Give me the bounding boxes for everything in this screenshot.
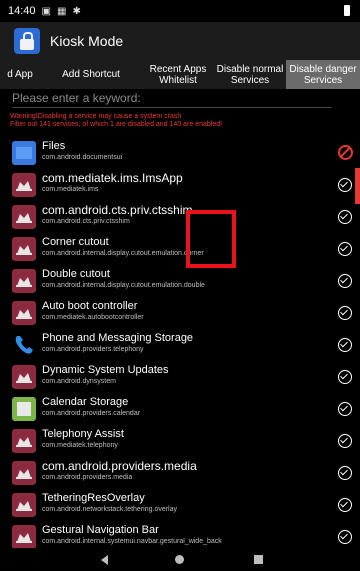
scroll-indicator[interactable] — [355, 168, 360, 204]
tab-bar: d App Add Shortcut Recent Apps Whitelist… — [0, 60, 360, 89]
tab-add-app[interactable]: d App — [0, 60, 40, 89]
highlight-box — [186, 210, 236, 268]
recents-icon[interactable] — [254, 555, 263, 564]
page-title: Kiosk Mode — [50, 33, 124, 49]
android-icon — [12, 301, 36, 325]
enabled-check-icon[interactable] — [338, 306, 352, 320]
back-icon[interactable] — [101, 555, 108, 565]
settings-icon: ✱ — [72, 5, 81, 17]
package-name: com.android.internal.display.cutout.emul… — [42, 250, 204, 257]
service-name: com.android.providers.media — [42, 459, 197, 473]
enabled-check-icon[interactable] — [338, 210, 352, 224]
search-input[interactable] — [12, 89, 332, 108]
enabled-check-icon[interactable] — [338, 530, 352, 544]
service-name: Double cutout — [42, 268, 110, 280]
phone-icon — [12, 333, 36, 357]
list-item[interactable]: Phone and Messaging Storage com.android.… — [0, 329, 360, 361]
package-name: com.android.cts.priv.ctsshim — [42, 218, 130, 225]
warning-line: Warning!Disabling a service may cause a … — [10, 113, 182, 120]
android-icon — [12, 269, 36, 293]
enabled-check-icon[interactable] — [338, 338, 352, 352]
android-icon — [12, 429, 36, 453]
list-item[interactable]: Telephony Assist com.mediatek.telephony — [0, 425, 360, 457]
service-name: Files — [42, 140, 66, 152]
android-icon — [12, 525, 36, 549]
service-name: TetheringResOverlay — [42, 492, 145, 504]
list-item[interactable]: Calendar Storage com.android.providers.c… — [0, 393, 360, 425]
tab-recent-apps-whitelist[interactable]: Recent Apps Whitelist — [142, 60, 214, 89]
search-bar — [0, 89, 360, 109]
enabled-check-icon[interactable] — [338, 434, 352, 448]
home-icon[interactable] — [175, 555, 184, 564]
package-name: com.android.internal.systemui.navbar.ges… — [42, 538, 222, 545]
list-item[interactable]: Auto boot controller com.mediatek.autobo… — [0, 297, 360, 329]
app-bar: Kiosk Mode — [0, 22, 360, 60]
warning-message: Warning!Disabling a service may cause a … — [10, 113, 222, 129]
service-name: com.mediatek.ims.ImsApp — [42, 171, 183, 185]
service-name: Phone and Messaging Storage — [42, 332, 194, 344]
filter-summary: Filter out 141 services, of which 1 are … — [10, 121, 223, 128]
service-name: Telephony Assist — [42, 428, 124, 440]
service-name: com.android.cts.priv.ctsshim — [42, 203, 193, 217]
package-name: com.android.providers.media — [42, 474, 133, 481]
package-name: com.mediatek.telephony — [42, 442, 118, 449]
service-name: Gestural Navigation Bar — [42, 524, 159, 536]
battery-icon — [344, 5, 350, 16]
android-icon — [12, 365, 36, 389]
android-icon — [12, 173, 36, 197]
service-name: Dynamic System Updates — [42, 364, 169, 376]
list-item[interactable]: Corner cutout com.android.internal.displ… — [0, 233, 360, 265]
list-item[interactable]: com.android.providers.media com.android.… — [0, 457, 360, 489]
lock-icon — [14, 28, 40, 54]
list-item[interactable]: com.mediatek.ims.ImsApp com.mediatek.ims — [0, 169, 360, 201]
tab-disable-normal-services[interactable]: Disable normal Services — [214, 60, 286, 89]
enabled-check-icon[interactable] — [338, 402, 352, 416]
service-name: Corner cutout — [42, 236, 109, 248]
android-icon — [12, 461, 36, 485]
notification-icon: ▣ — [41, 5, 51, 17]
tab-disable-danger-services[interactable]: Disable danger Services — [286, 60, 360, 89]
grid-icon: ▦ — [56, 5, 67, 17]
enabled-check-icon[interactable] — [338, 498, 352, 512]
service-name: Auto boot controller — [42, 300, 138, 312]
list-item[interactable]: Files com.android.documentsui — [0, 137, 360, 169]
tab-add-shortcut[interactable]: Add Shortcut — [40, 60, 142, 89]
package-name: com.android.dynsystem — [42, 378, 116, 385]
service-list: Files com.android.documentsui com.mediat… — [0, 137, 360, 553]
calendar-icon — [12, 397, 36, 421]
package-name: com.android.providers.calendar — [42, 410, 141, 417]
android-icon — [12, 493, 36, 517]
list-item[interactable]: Dynamic System Updates com.android.dynsy… — [0, 361, 360, 393]
enabled-check-icon[interactable] — [338, 178, 352, 192]
navigation-bar — [0, 548, 360, 571]
enabled-check-icon[interactable] — [338, 466, 352, 480]
package-name: com.android.providers.telephony — [42, 346, 144, 353]
folder-icon — [12, 141, 36, 165]
enabled-check-icon[interactable] — [338, 274, 352, 288]
enabled-check-icon[interactable] — [338, 370, 352, 384]
enabled-check-icon[interactable] — [338, 242, 352, 256]
status-bar: 14:40 ▣ ▦ ✱ — [0, 0, 360, 22]
package-name: com.android.internal.display.cutout.emul… — [42, 282, 205, 289]
package-name: com.mediatek.ims — [42, 186, 99, 193]
list-item[interactable]: TetheringResOverlay com.android.networks… — [0, 489, 360, 521]
list-item[interactable]: com.android.cts.priv.ctsshim com.android… — [0, 201, 360, 233]
service-name: Calendar Storage — [42, 396, 129, 408]
status-time: 14:40 — [8, 5, 36, 17]
disabled-icon[interactable] — [338, 145, 353, 160]
list-item[interactable]: Double cutout com.android.internal.displ… — [0, 265, 360, 297]
package-name: com.android.networkstack.tethering.overl… — [42, 506, 178, 513]
package-name: com.mediatek.autobootcontroller — [42, 314, 144, 321]
android-icon — [12, 205, 36, 229]
android-icon — [12, 237, 36, 261]
package-name: com.android.documentsui — [42, 154, 123, 161]
